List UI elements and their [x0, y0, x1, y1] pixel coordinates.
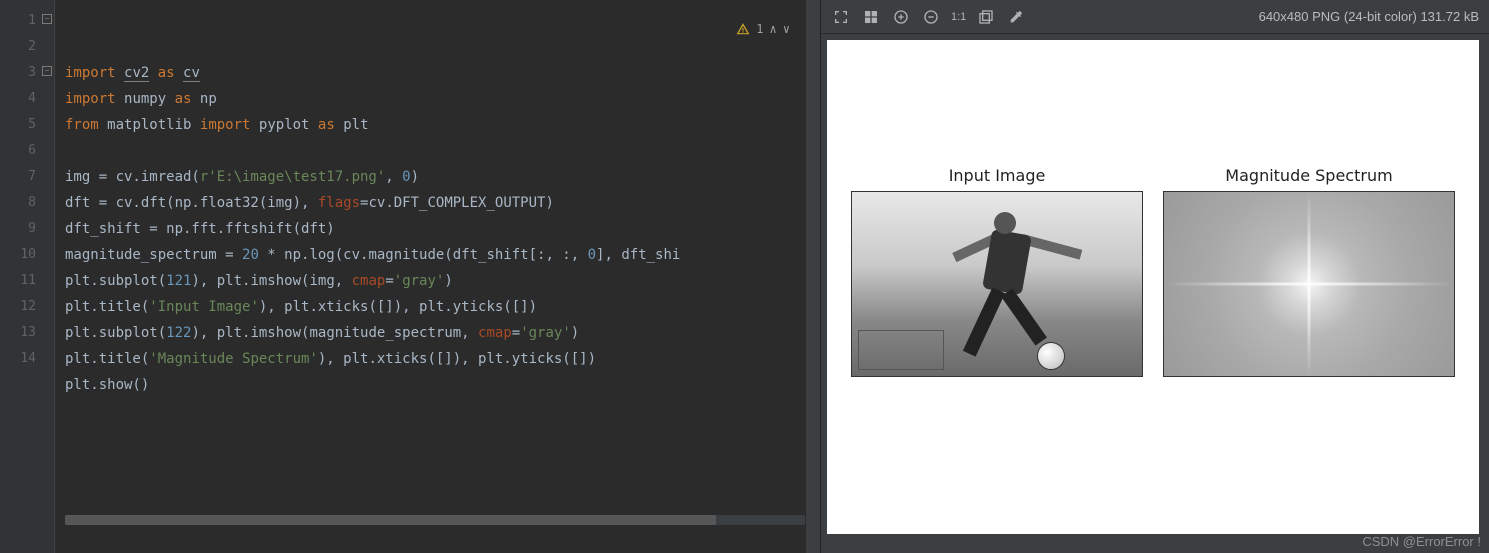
- code-line[interactable]: dft_shift = np.fft.fftshift(dft): [65, 216, 820, 242]
- fold-marker-icon[interactable]: −: [42, 66, 52, 76]
- zoom-out-icon[interactable]: [921, 7, 941, 27]
- warning-icon: [736, 22, 750, 36]
- spectrum-image-content: [1163, 191, 1455, 377]
- inspection-next-icon[interactable]: ∨: [783, 16, 790, 42]
- code-area[interactable]: import cv2 as cvimport numpy as npfrom m…: [55, 0, 820, 553]
- line-number: 10: [0, 242, 54, 268]
- line-number: 8: [0, 190, 54, 216]
- image-info-label: 640x480 PNG (24-bit color) 131.72 kB: [1259, 9, 1479, 24]
- line-number: 2: [0, 34, 54, 60]
- watermark-text: CSDN @ErrorError !: [1362, 534, 1481, 549]
- line-number: 9: [0, 216, 54, 242]
- warning-count: 1: [756, 16, 763, 42]
- subplot-input-image: Input Image: [851, 166, 1143, 377]
- line-number: 11: [0, 268, 54, 294]
- code-editor-pane: 1−23−4567891011121314 import cv2 as cvim…: [0, 0, 820, 553]
- line-number-gutter: 1−23−4567891011121314: [0, 0, 55, 553]
- fit-icon[interactable]: [831, 7, 851, 27]
- zoom-in-icon[interactable]: [891, 7, 911, 27]
- code-line[interactable]: plt.title('Input Image'), plt.xticks([])…: [65, 294, 820, 320]
- line-number: 6: [0, 138, 54, 164]
- subplot-title: Magnitude Spectrum: [1225, 166, 1392, 185]
- line-number: 13: [0, 320, 54, 346]
- line-number: 12: [0, 294, 54, 320]
- inspection-prev-icon[interactable]: ∧: [770, 16, 777, 42]
- subplot-magnitude-spectrum: Magnitude Spectrum: [1163, 166, 1455, 377]
- code-line[interactable]: [65, 138, 820, 164]
- editor-scrollbar-vertical[interactable]: [806, 0, 820, 553]
- color-picker-icon[interactable]: [1006, 7, 1026, 27]
- code-line[interactable]: from matplotlib import pyplot as plt: [65, 112, 820, 138]
- code-line[interactable]: plt.title('Magnitude Spectrum'), plt.xti…: [65, 346, 820, 372]
- layers-icon[interactable]: [976, 7, 996, 27]
- zoom-actual-size-button[interactable]: 1:1: [951, 11, 966, 23]
- scrollbar-thumb[interactable]: [65, 515, 716, 525]
- code-line[interactable]: plt.subplot(121), plt.imshow(img, cmap='…: [65, 268, 820, 294]
- line-number: 3−: [0, 60, 54, 86]
- code-line[interactable]: plt.show(): [65, 372, 820, 398]
- code-line[interactable]: import cv2 as cv: [65, 60, 820, 86]
- code-line[interactable]: [65, 398, 820, 424]
- line-number: 5: [0, 112, 54, 138]
- image-preview-pane: 1:1 640x480 PNG (24-bit color) 131.72 kB…: [820, 0, 1489, 553]
- matplotlib-figure: Input Image Magnitude Spectrum: [827, 40, 1479, 534]
- code-line[interactable]: magnitude_spectrum = 20 * np.log(cv.magn…: [65, 242, 820, 268]
- line-number: 4: [0, 86, 54, 112]
- line-number: 7: [0, 164, 54, 190]
- code-line[interactable]: plt.subplot(122), plt.imshow(magnitude_s…: [65, 320, 820, 346]
- code-line[interactable]: import numpy as np: [65, 86, 820, 112]
- grid-icon[interactable]: [861, 7, 881, 27]
- inspection-badge[interactable]: 1 ∧ ∨: [736, 16, 790, 42]
- line-number: 14: [0, 346, 54, 372]
- code-line[interactable]: dft = cv.dft(np.float32(img), flags=cv.D…: [65, 190, 820, 216]
- preview-canvas[interactable]: Input Image Magnitude Spectrum CSDN @Err…: [821, 34, 1489, 553]
- line-number: 1−: [0, 8, 54, 34]
- subplot-title: Input Image: [949, 166, 1046, 185]
- input-image-content: [851, 191, 1143, 377]
- editor-scrollbar-horizontal[interactable]: [65, 515, 805, 525]
- code-line[interactable]: img = cv.imread(r'E:\image\test17.png', …: [65, 164, 820, 190]
- preview-toolbar: 1:1 640x480 PNG (24-bit color) 131.72 kB: [821, 0, 1489, 34]
- fold-marker-icon[interactable]: −: [42, 14, 52, 24]
